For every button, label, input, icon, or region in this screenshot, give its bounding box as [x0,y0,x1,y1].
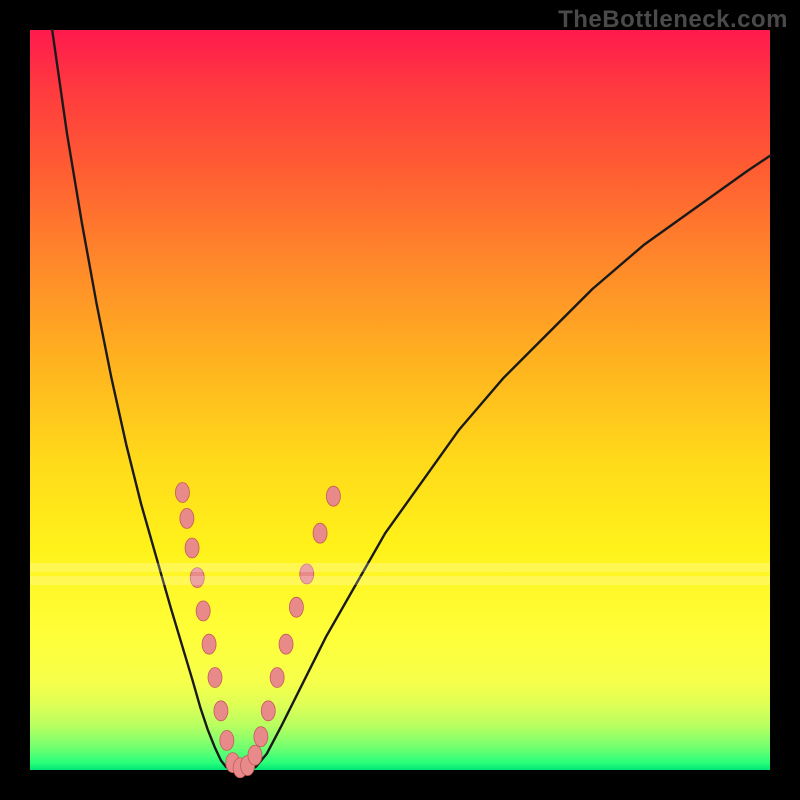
curve-marker [185,538,199,558]
curve-marker [208,668,222,688]
curve-marker [279,634,293,654]
curve-marker [313,523,327,543]
plot-area [30,30,770,770]
watermark-text: TheBottleneck.com [558,6,788,34]
bottleneck-curve [52,30,770,770]
curve-layer [30,30,770,770]
curve-marker [202,634,216,654]
curve-markers [175,483,340,778]
curve-marker [248,745,262,765]
curve-marker [289,597,303,617]
curve-marker [220,730,234,750]
highlight-band [30,563,770,572]
curve-marker [270,668,284,688]
curve-marker [214,701,228,721]
curve-marker [254,727,268,747]
curve-marker [175,483,189,503]
chart-frame: TheBottleneck.com [0,0,800,800]
curve-marker [326,486,340,506]
curve-marker [196,601,210,621]
highlight-band [30,576,770,585]
curve-marker [180,508,194,528]
curve-marker [261,701,275,721]
